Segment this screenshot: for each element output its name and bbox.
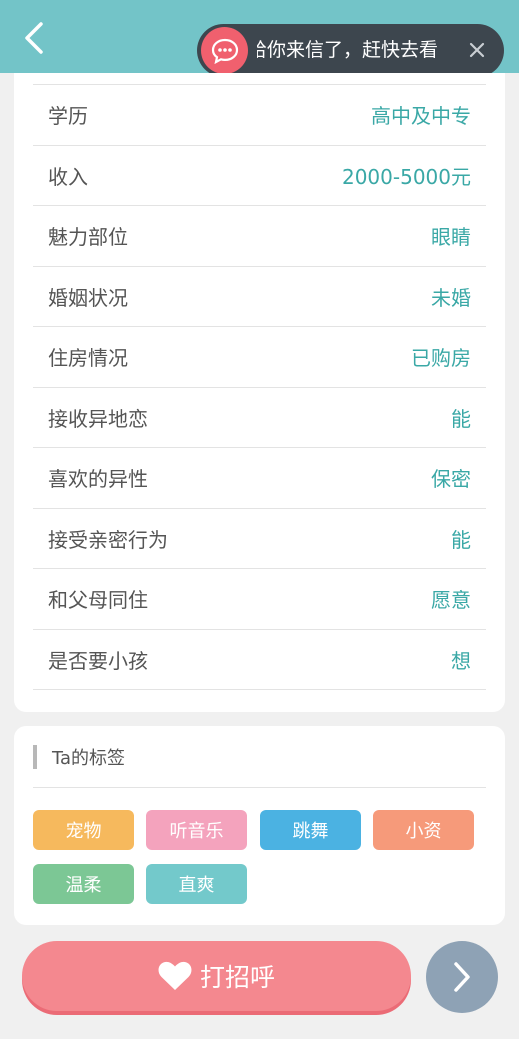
row-label: 婚姻状况 xyxy=(48,285,128,310)
tag-chip[interactable]: 温柔 xyxy=(33,864,134,904)
row-label: 喜欢的异性 xyxy=(48,467,148,492)
row-value: 高中及中专 xyxy=(371,104,471,129)
tag-chip[interactable]: 听音乐 xyxy=(146,810,247,850)
row-label: 是否要小孩 xyxy=(48,648,148,673)
info-row-education: 学历 高中及中专 xyxy=(33,85,486,146)
info-row-long-distance: 接收异地恋 能 xyxy=(33,388,486,448)
row-label: 魅力部位 xyxy=(48,225,128,250)
row-value: 保密 xyxy=(431,467,471,492)
row-label: 住房情况 xyxy=(48,346,128,371)
info-row-live-with-parents: 和父母同住 愿意 xyxy=(33,569,486,630)
info-row-children: 是否要小孩 想 xyxy=(33,630,486,690)
row-label: 和父母同住 xyxy=(48,588,148,613)
tags-title: Ta的标签 xyxy=(52,748,126,769)
close-icon[interactable] xyxy=(464,37,490,63)
row-value: 2000-5000元 xyxy=(341,164,471,189)
tags-header: Ta的标签 xyxy=(33,744,125,770)
info-row-marital: 婚姻状况 未婚 xyxy=(33,267,486,327)
divider xyxy=(33,787,486,788)
info-row-preferred-gender: 喜欢的异性 保密 xyxy=(33,448,486,509)
back-button[interactable] xyxy=(18,20,50,56)
info-row-intimacy: 接受亲密行为 能 xyxy=(33,509,486,569)
row-value: 未婚 xyxy=(431,285,471,310)
row-value: 眼睛 xyxy=(431,225,471,250)
row-label: 收入 xyxy=(48,164,88,189)
chevron-right-icon xyxy=(454,962,470,992)
notification-text: 给你来信了，赶快去看 xyxy=(257,39,439,61)
info-row-income: 收入 2000-5000元 xyxy=(33,146,486,206)
tag-chip[interactable]: 跳舞 xyxy=(260,810,361,850)
tag-chip[interactable]: 小资 xyxy=(373,810,474,850)
row-label: 接收异地恋 xyxy=(48,406,148,431)
back-arrow-icon xyxy=(25,22,43,54)
row-value: 已购房 xyxy=(411,346,471,371)
tags-card: Ta的标签 宠物 听音乐 跳舞 小资 温柔 直爽 xyxy=(14,726,505,925)
profile-info-card: 学历 高中及中专 收入 2000-5000元 魅力部位 眼睛 婚姻状况 未婚 住… xyxy=(14,73,505,712)
row-value: 能 xyxy=(451,527,471,552)
info-row-housing: 住房情况 已购房 xyxy=(33,327,486,388)
row-label: 接受亲密行为 xyxy=(48,527,168,552)
row-value: 想 xyxy=(451,648,471,673)
row-value: 能 xyxy=(451,406,471,431)
message-notification[interactable]: 给你来信了，赶快去看 xyxy=(197,24,504,77)
greet-button[interactable]: 打招呼 xyxy=(22,941,411,1011)
info-row-charm: 魅力部位 眼睛 xyxy=(33,206,486,267)
tag-chip[interactable]: 直爽 xyxy=(146,864,247,904)
heart-icon xyxy=(158,961,192,990)
tag-chip[interactable]: 宠物 xyxy=(33,810,134,850)
greet-label: 打招呼 xyxy=(199,963,275,992)
chat-bubble-icon xyxy=(201,27,248,74)
row-value: 愿意 xyxy=(431,588,471,613)
next-profile-button[interactable] xyxy=(426,941,498,1013)
section-accent-bar xyxy=(33,745,37,769)
row-label: 学历 xyxy=(48,104,88,129)
